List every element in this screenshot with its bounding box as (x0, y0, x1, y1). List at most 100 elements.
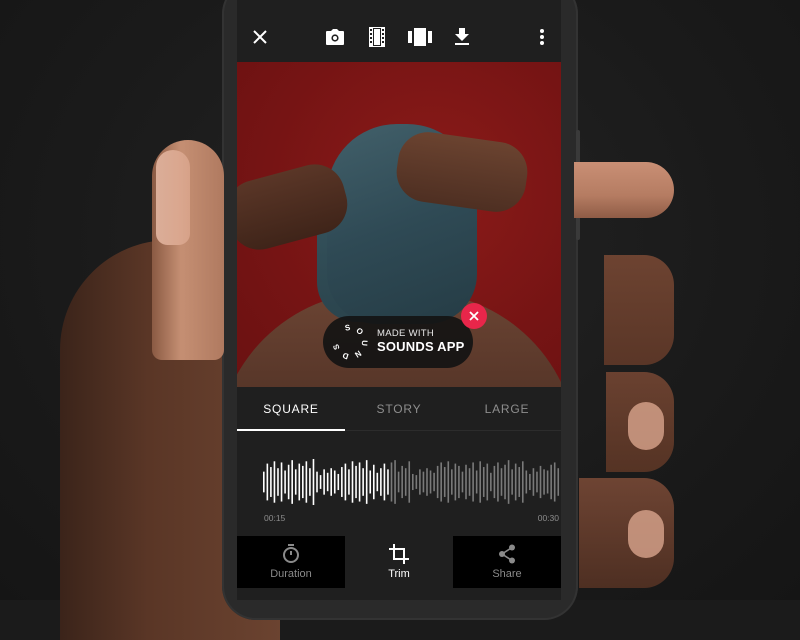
waveform-bar (351, 461, 354, 503)
waveform-bar (270, 467, 272, 497)
watermark-line2: SOUNDS APP (377, 338, 465, 354)
thumb-nail (156, 150, 190, 245)
waveform-bar (546, 470, 549, 494)
waveform-bar (475, 470, 478, 494)
photo-preview: SOUNDS MADE WITH SOUNDS APP (237, 62, 561, 387)
waveform-bar (543, 469, 545, 495)
waveform-bar (380, 468, 382, 496)
waveform-bar (316, 471, 318, 493)
waveform-bar (263, 471, 265, 493)
waveform-bar (465, 464, 467, 500)
waveform-bar (532, 468, 535, 496)
waveform-bar (443, 467, 446, 497)
tab-square[interactable]: SQUARE (237, 387, 345, 430)
audio-waveform[interactable] (263, 459, 561, 505)
close-icon (469, 311, 479, 321)
waveform-bar (266, 463, 269, 501)
format-tabs: SQUARE STORY LARGE (237, 387, 561, 431)
waveform-bar (479, 461, 481, 503)
waveform-bar (387, 469, 389, 495)
crop-icon (389, 544, 409, 564)
tab-story[interactable]: STORY (345, 387, 453, 430)
waveform-bar (319, 475, 322, 489)
waveform-bar (429, 470, 432, 494)
waveform-bar (362, 468, 364, 496)
waveform-bar (309, 468, 311, 496)
more-vertical-icon[interactable] (531, 26, 553, 48)
film-icon[interactable] (366, 26, 388, 48)
waveform-bar (529, 473, 531, 491)
download-icon[interactable] (451, 26, 473, 48)
waveform-bar (369, 470, 372, 494)
start-time: 00:15 (264, 513, 286, 523)
watermark-badge[interactable]: SOUNDS MADE WITH SOUNDS APP (323, 316, 473, 368)
sounds-logo-icon: SOUNDS (327, 319, 373, 365)
waveform-bar (490, 472, 492, 492)
tab-large[interactable]: LARGE (453, 387, 561, 430)
waveform-bar (461, 471, 464, 493)
logo-letter: S (331, 342, 342, 351)
waveform-area[interactable]: 00:15 00:30 (237, 431, 561, 536)
waveform-bar (344, 463, 347, 501)
logo-letter: U (360, 340, 369, 347)
waveform-bar (312, 459, 315, 505)
ring-finger-nail (628, 402, 664, 450)
duration-label: Duration (270, 568, 312, 580)
waveform-bar (284, 470, 286, 494)
waveform-bar (482, 467, 485, 497)
waveform-bar (333, 470, 336, 494)
waveform-bar (376, 472, 379, 492)
waveform-bar (305, 461, 308, 503)
trim-button[interactable]: Trim (345, 536, 453, 588)
carousel-icon[interactable] (407, 26, 433, 48)
waveform-bar (422, 471, 425, 493)
waveform-bar (497, 462, 499, 502)
waveform-bar (525, 470, 528, 494)
waveform-bar (330, 468, 332, 496)
logo-letter: D (341, 350, 349, 360)
stopwatch-icon (283, 544, 299, 563)
waveform-bar (355, 465, 357, 499)
waveform-bar (539, 465, 542, 499)
waveform-bar (287, 464, 290, 500)
waveform-bar (348, 469, 350, 495)
waveform-bar (412, 473, 414, 491)
waveform-bar (511, 469, 513, 495)
pinky-finger-nail (628, 510, 664, 558)
waveform-bar (553, 462, 556, 502)
waveform-bar (280, 462, 283, 502)
top-toolbar (237, 0, 561, 62)
waveform-bar (521, 461, 524, 503)
index-finger (574, 162, 674, 218)
waveform-bar (326, 472, 329, 492)
waveform-bar (341, 467, 343, 497)
waveform-bar (451, 469, 453, 495)
share-button[interactable]: Share (453, 536, 561, 588)
waveform-bar (472, 462, 474, 502)
end-time: 00:30 (537, 513, 559, 523)
watermark-text: MADE WITH SOUNDS APP (377, 328, 465, 355)
waveform-bar (401, 465, 403, 499)
waveform-bar (365, 460, 368, 504)
duration-button[interactable]: Duration (237, 536, 345, 588)
close-icon[interactable] (249, 26, 271, 48)
waveform-bar (372, 464, 375, 500)
waveform-bar (294, 469, 297, 495)
action-bar: Duration Trim Share (237, 536, 561, 588)
waveform-bar (550, 464, 552, 500)
waveform-bar (557, 468, 560, 496)
waveform-bar (419, 469, 421, 495)
waveform-bar (500, 468, 503, 496)
waveform-bar (493, 465, 496, 499)
waveform-bar (323, 469, 325, 495)
logo-letter: O (354, 326, 365, 337)
camera-icon[interactable] (324, 26, 346, 48)
logo-letter: S (344, 323, 351, 333)
waveform-bar (454, 463, 457, 501)
waveform-bar (504, 464, 506, 500)
waveform-bar (514, 463, 517, 501)
waveform-bar (291, 460, 293, 504)
waveform-bar (536, 471, 538, 493)
remove-watermark-button[interactable] (461, 303, 487, 329)
waveform-bar (298, 463, 301, 501)
